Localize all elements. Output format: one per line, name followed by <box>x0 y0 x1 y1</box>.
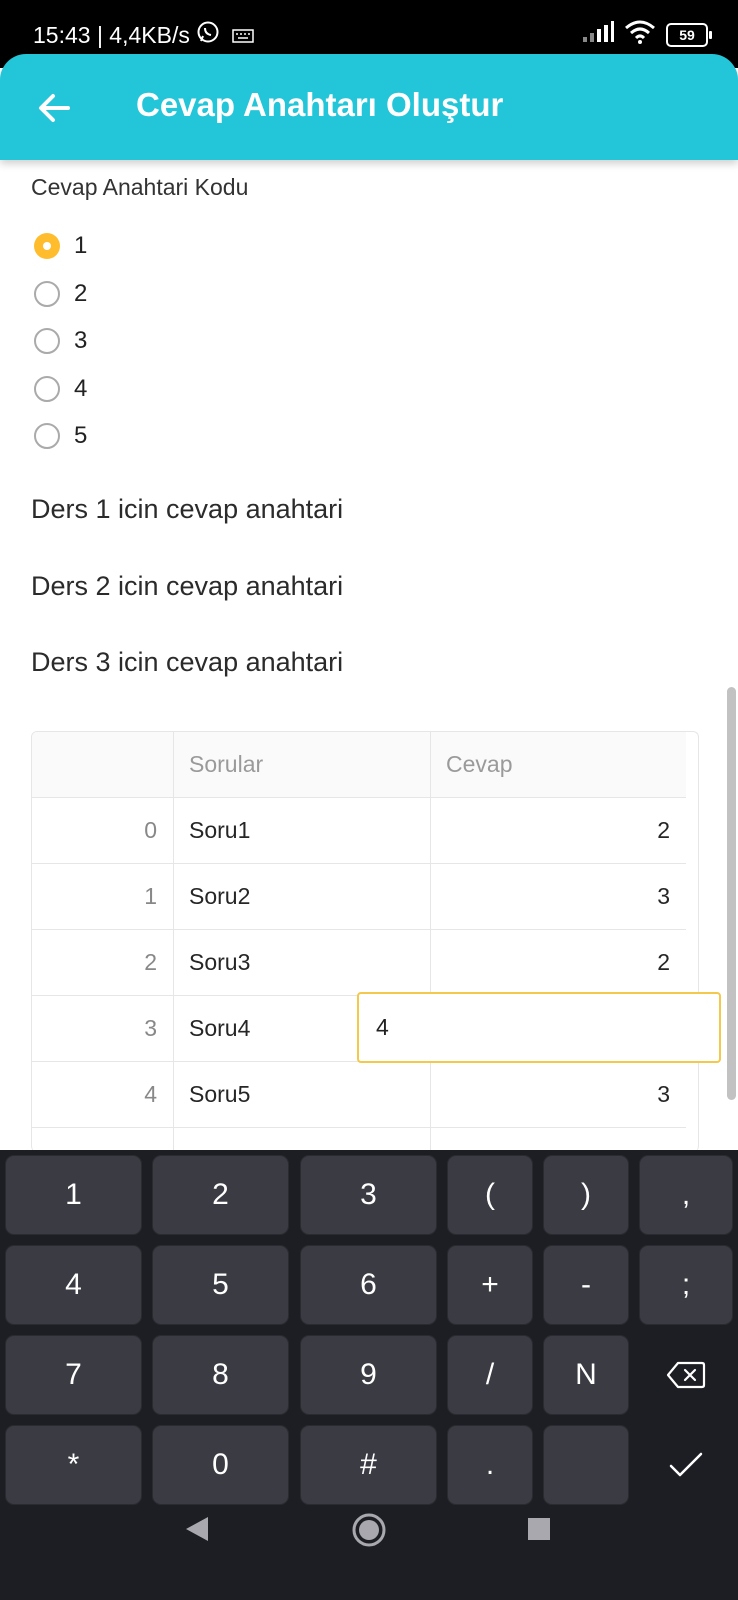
battery-icon: 59 <box>666 22 712 47</box>
triangle-back-icon <box>186 1517 208 1541</box>
row-index: 0 <box>32 798 174 863</box>
radio-unselected-icon <box>34 281 60 307</box>
key-4[interactable]: 4 <box>5 1245 142 1325</box>
lesson-3-expander[interactable]: Ders 3 icin cevap anahtari <box>31 647 343 678</box>
backspace-icon <box>666 1361 706 1389</box>
radio-unselected-icon <box>34 376 60 402</box>
radio-label: 2 <box>74 280 88 307</box>
key-semicolon[interactable]: ; <box>639 1245 733 1325</box>
table-header: Sorular Cevap <box>32 732 686 798</box>
key-2[interactable]: 2 <box>152 1155 289 1235</box>
circle-home-icon <box>352 1513 386 1547</box>
radio-label: 5 <box>74 422 88 449</box>
row-question: Soru2 <box>174 864 431 929</box>
battery-level: 59 <box>679 26 695 43</box>
table-row: 4 Soru5 3 <box>32 1062 686 1128</box>
nav-recents-button[interactable] <box>527 1517 551 1546</box>
table-row: 0 Soru1 2 <box>32 798 686 864</box>
header-questions: Sorular <box>174 732 431 797</box>
row-index: 2 <box>32 930 174 995</box>
row-index: 3 <box>32 996 174 1061</box>
row-answer-cell[interactable]: 2 <box>431 798 686 863</box>
lesson-1-expander[interactable]: Ders 1 icin cevap anahtari <box>31 494 343 525</box>
answer-edit-input[interactable]: 4 <box>357 992 721 1063</box>
row-index: 4 <box>32 1062 174 1127</box>
keyboard-icon <box>232 22 254 49</box>
key-9[interactable]: 9 <box>300 1335 437 1415</box>
nav-home-button[interactable] <box>351 1512 387 1553</box>
radio-option-4[interactable]: 4 <box>34 375 87 403</box>
radio-option-5[interactable]: 5 <box>34 422 87 450</box>
nav-back-button[interactable] <box>184 1515 210 1548</box>
square-recents-icon <box>528 1518 550 1540</box>
row-question: Soru5 <box>174 1062 431 1127</box>
header-answer: Cevap <box>446 751 513 777</box>
scrollbar[interactable] <box>727 687 736 1100</box>
key-3[interactable]: 3 <box>300 1155 437 1235</box>
row-answer-cell[interactable]: 2 <box>431 930 686 995</box>
status-time: 15:43 | 4,4KB/s <box>33 21 190 48</box>
header-index <box>32 732 174 797</box>
radio-option-1[interactable]: 1 <box>34 232 87 260</box>
radio-label: 3 <box>74 327 88 354</box>
radio-label: 1 <box>74 232 88 259</box>
key-slash[interactable]: / <box>447 1335 533 1415</box>
lesson-2-expander[interactable]: Ders 2 icin cevap anahtari <box>31 571 343 602</box>
key-n[interactable]: N <box>543 1335 629 1415</box>
row-index: 1 <box>32 864 174 929</box>
arrow-left-icon <box>39 94 70 122</box>
radio-unselected-icon <box>34 423 60 449</box>
key-close-paren[interactable]: ) <box>543 1155 629 1235</box>
row-answer-cell[interactable]: 3 <box>431 864 686 929</box>
key-1[interactable]: 1 <box>5 1155 142 1235</box>
key-plus[interactable]: + <box>447 1245 533 1325</box>
key-comma[interactable]: , <box>639 1155 733 1235</box>
table-row: 1 Soru2 3 <box>32 864 686 930</box>
row-question: Soru1 <box>174 798 431 863</box>
signal-icon <box>582 21 614 48</box>
backspace-key[interactable] <box>639 1335 733 1415</box>
check-icon <box>669 1452 703 1477</box>
row-question: Soru3 <box>174 930 431 995</box>
key-8[interactable]: 8 <box>152 1335 289 1415</box>
whatsapp-icon <box>196 20 220 50</box>
key-minus[interactable]: - <box>543 1245 629 1325</box>
key-6[interactable]: 6 <box>300 1245 437 1325</box>
radio-label: 4 <box>74 375 88 402</box>
key-7[interactable]: 7 <box>5 1335 142 1415</box>
radio-unselected-icon <box>34 328 60 354</box>
system-nav-bar <box>0 1480 738 1600</box>
radio-selected-icon <box>34 233 60 259</box>
key-5[interactable]: 5 <box>152 1245 289 1325</box>
key-code-label: Cevap Anahtari Kodu <box>31 174 249 200</box>
back-button[interactable] <box>34 88 74 128</box>
answer-table: Sorular Cevap 0 Soru1 2 1 Soru2 3 2 Soru… <box>31 731 699 1152</box>
table-row <box>32 1128 686 1152</box>
wifi-icon <box>624 20 656 49</box>
radio-option-3[interactable]: 3 <box>34 327 87 355</box>
table-row: 2 Soru3 2 <box>32 930 686 996</box>
radio-option-2[interactable]: 2 <box>34 280 87 308</box>
app-bar: Cevap Anahtarı Oluştur <box>0 54 738 160</box>
page-title: Cevap Anahtarı Oluştur <box>136 86 504 123</box>
key-open-paren[interactable]: ( <box>447 1155 533 1235</box>
row-answer-cell[interactable]: 3 <box>431 1062 686 1127</box>
